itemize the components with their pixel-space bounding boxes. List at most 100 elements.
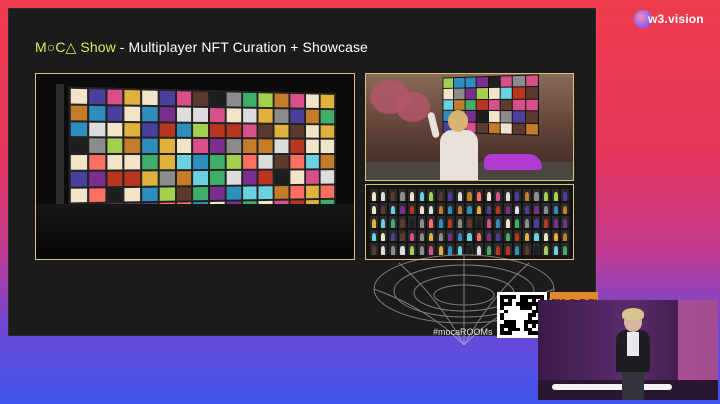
gallery-wall-screenshot [35, 73, 355, 260]
nft-artwork-tile [88, 105, 105, 121]
nft-artwork-tile [476, 122, 488, 133]
nft-artwork-tile [176, 123, 192, 138]
nft-avatar-tile [551, 229, 560, 242]
nft-avatar-tile [532, 202, 541, 215]
nft-avatar-tile [475, 189, 483, 201]
nft-artwork-tile [159, 90, 175, 106]
nft-artwork-tile [274, 139, 289, 154]
nft-avatar-tile [523, 189, 531, 201]
nft-artwork-tile [465, 99, 476, 111]
nft-avatar-tile [379, 216, 388, 228]
nft-artwork-tile [193, 170, 209, 185]
nft-artwork-tile [226, 139, 241, 154]
nft-avatar-tile [484, 229, 493, 242]
nft-avatar-tile [408, 229, 416, 242]
nft-artwork-tile [500, 99, 512, 111]
nft-artwork-tile [488, 88, 500, 99]
nft-artwork-tile [124, 155, 141, 170]
nft-artwork-tile [320, 109, 335, 124]
avatar-scene-screenshot [365, 73, 574, 181]
nft-artwork-tile [176, 91, 192, 106]
nft-artwork-tile [525, 111, 538, 123]
nft-avatar-tile [494, 216, 502, 228]
nft-artwork-tile [476, 77, 488, 88]
nft-artwork-tile [305, 109, 320, 123]
nft-avatar-tile [427, 216, 435, 228]
nft-avatar-tile [427, 229, 435, 242]
nft-avatar-tile [389, 229, 397, 242]
nft-artwork-tile [525, 75, 538, 87]
nft-artwork-tile [454, 88, 465, 100]
nft-artwork-tile [258, 108, 273, 123]
nft-avatar-tile [551, 202, 560, 215]
nft-artwork-tile [274, 124, 289, 138]
nft-avatar-tile [513, 216, 522, 228]
gallery-floor [36, 204, 354, 259]
nft-artwork-tile [258, 170, 273, 184]
nft-avatar-tile [456, 216, 464, 228]
nft-artwork-tile [106, 138, 123, 153]
nft-artwork-tile [142, 138, 158, 153]
nft-artwork-tile [226, 92, 241, 107]
nft-artwork-tile [142, 106, 158, 121]
nft-avatar-tile [417, 189, 426, 201]
nft-artwork-tile [209, 154, 225, 169]
logo-text: w3.vision [648, 12, 704, 26]
nft-artwork-tile [106, 105, 123, 121]
speaker-shirt [627, 332, 639, 356]
nft-artwork-tile [258, 124, 273, 138]
nft-avatar-tile [484, 202, 493, 215]
nft-avatar-tile [446, 216, 455, 228]
nft-avatar-tile [542, 216, 550, 228]
nft-avatar-tile [475, 216, 483, 228]
nft-avatar-tile [494, 229, 502, 242]
nft-avatar-tile [446, 202, 455, 215]
nft-avatar-tile [379, 189, 388, 201]
nft-artwork-tile [290, 124, 304, 138]
nft-avatar-tile [523, 216, 531, 228]
nft-artwork-tile [209, 170, 225, 185]
nft-artwork-tile [159, 186, 175, 202]
nft-avatar-tile [398, 202, 407, 215]
nft-avatar-tile [437, 229, 445, 242]
nft-artwork-tile [193, 155, 209, 169]
nft-avatar-tile [561, 243, 569, 255]
car-icon [484, 154, 542, 170]
nft-avatar-tile [408, 189, 416, 201]
w3-vision-logo: w3.vision [634, 8, 716, 30]
nft-artwork-tile [142, 122, 158, 137]
nft-artwork-tile [242, 92, 257, 107]
nft-artwork-tile [488, 111, 500, 122]
nft-artwork-tile [274, 185, 289, 200]
nft-artwork-tile [124, 171, 141, 186]
slide-title-brand: M○C△ Show [35, 39, 116, 55]
nft-artwork-tile [305, 170, 320, 184]
nft-avatar-tile [427, 202, 435, 215]
nft-avatar-tile [513, 189, 522, 201]
nft-artwork-tile [70, 187, 87, 203]
nft-artwork-tile [512, 99, 525, 111]
nft-avatar-tile [446, 189, 455, 201]
nft-artwork-tile [305, 94, 320, 108]
nft-artwork-tile [500, 87, 512, 99]
nft-avatar-tile [561, 216, 569, 228]
nft-artwork-tile [70, 121, 87, 137]
hashtag-label: #mocaROOMs [433, 327, 493, 337]
nft-avatar-tile [370, 202, 378, 215]
nft-artwork-tile [258, 93, 273, 107]
nft-avatar-tile [484, 189, 493, 201]
nft-artwork-tile [305, 139, 320, 154]
nft-artwork-tile [290, 109, 304, 123]
nft-artwork-tile [320, 124, 335, 139]
tree-icon [396, 92, 430, 122]
nft-avatar-tile [542, 189, 550, 201]
nft-artwork-tile [488, 76, 500, 88]
nft-avatar-tile [561, 202, 569, 215]
nft-artwork-tile [512, 87, 525, 99]
slide-title-text: - Multiplayer NFT Curation + Showcase [115, 39, 368, 55]
nft-artwork-tile [142, 171, 158, 186]
nft-artwork-tile [320, 139, 335, 154]
stage-light-strip [552, 384, 672, 390]
nft-artwork-tile [290, 170, 304, 184]
nft-artwork-tile [176, 186, 192, 201]
